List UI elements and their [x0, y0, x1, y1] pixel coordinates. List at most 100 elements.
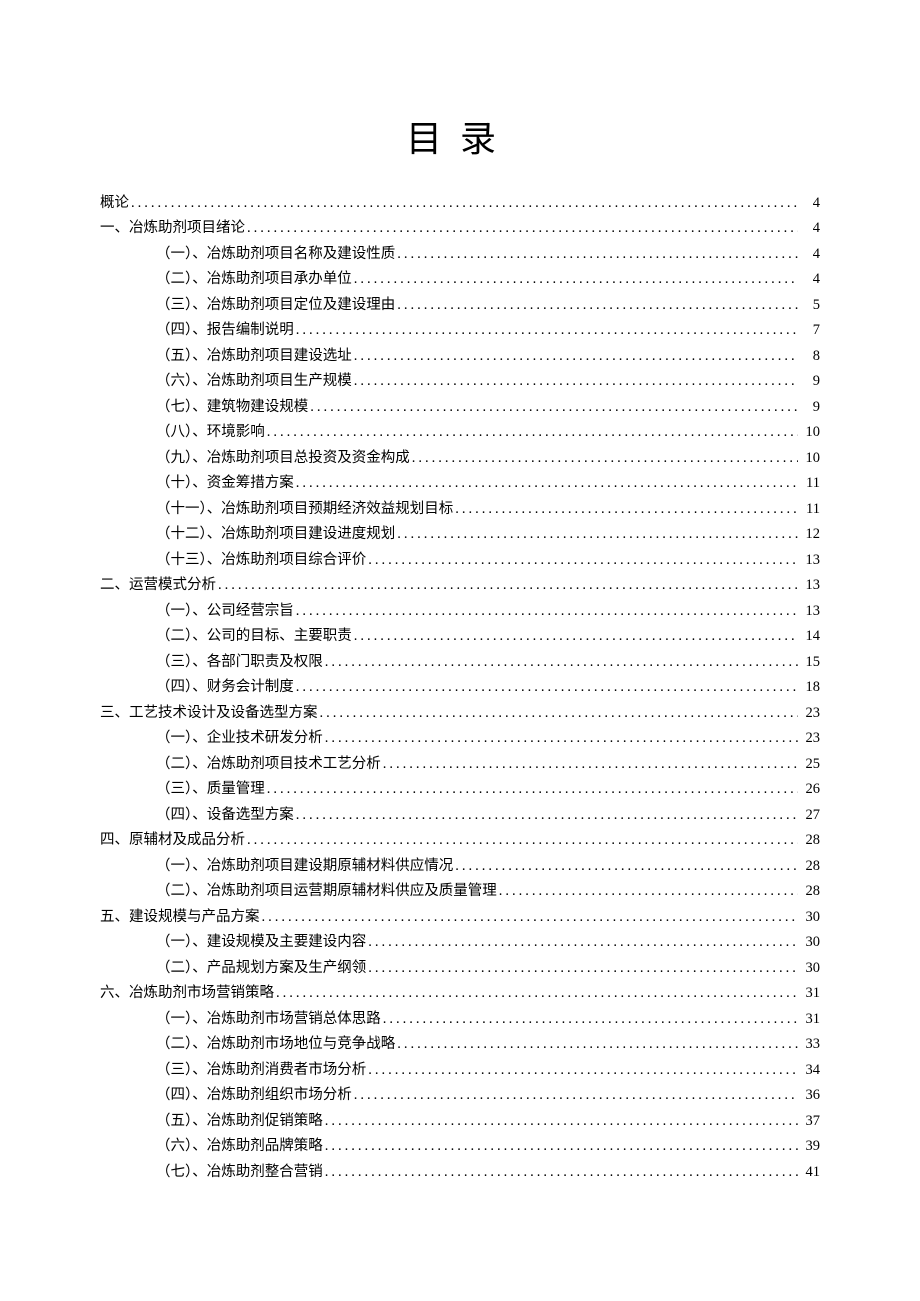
toc-entry[interactable]: （一）、冶炼助剂项目名称及建设性质 4 — [100, 241, 820, 267]
toc-entry-label: （三）、质量管理 — [156, 782, 265, 797]
toc-entry-page: 4 — [798, 247, 820, 262]
toc-entry[interactable]: （十一）、冶炼助剂项目预期经济效益规划目标11 — [100, 496, 820, 522]
toc-dot-leader — [318, 706, 799, 721]
toc-entry-page: 30 — [798, 910, 820, 925]
toc-entry-page: 33 — [798, 1037, 820, 1052]
toc-entry[interactable]: （二）、公司的目标、主要职责14 — [100, 624, 820, 650]
toc-entry[interactable]: （二）、冶炼助剂项目技术工艺分析25 — [100, 751, 820, 777]
toc-entry-label: （三）、冶炼助剂项目定位及建设理由 — [156, 298, 395, 313]
toc-entry-page: 4 — [798, 221, 820, 236]
toc-entry[interactable]: （五）、冶炼助剂促销策略37 — [100, 1108, 820, 1134]
toc-entry[interactable]: （三）、各部门职责及权限15 — [100, 649, 820, 675]
toc-dot-leader — [294, 808, 798, 823]
toc-entry-label: （一）、冶炼助剂市场营销总体思路 — [156, 1012, 381, 1027]
toc-entry-page: 18 — [798, 680, 820, 695]
toc-entry-page: 5 — [798, 298, 820, 313]
toc-entry[interactable]: （九）、冶炼助剂项目总投资及资金构成 10 — [100, 445, 820, 471]
toc-entry-label: （九）、冶炼助剂项目总投资及资金构成 — [156, 451, 410, 466]
toc-entry[interactable]: 四、原辅材及成品分析28 — [100, 828, 820, 854]
toc-entry[interactable]: （一）、冶炼助剂项目建设期原辅材料供应情况28 — [100, 853, 820, 879]
toc-entry-page: 4 — [798, 272, 820, 287]
toc-dot-leader — [366, 553, 798, 568]
toc-entry[interactable]: （一）、企业技术研发分析23 — [100, 726, 820, 752]
toc-entry-label: （一）、冶炼助剂项目名称及建设性质 — [156, 247, 395, 262]
toc-dot-leader — [366, 1063, 798, 1078]
toc-entry-page: 10 — [798, 451, 820, 466]
toc-dot-leader — [294, 604, 798, 619]
toc-entry[interactable]: （十三）、冶炼助剂项目综合评价13 — [100, 547, 820, 573]
toc-entry[interactable]: 一、冶炼助剂项目绪论 4 — [100, 216, 820, 242]
toc-entry[interactable]: （六）、冶炼助剂品牌策略39 — [100, 1134, 820, 1160]
toc-entry[interactable]: （二）、产品规划方案及生产纲领30 — [100, 955, 820, 981]
page-container: 目录 概论4一、冶炼助剂项目绪论4（一）、冶炼助剂项目名称及建设性质4（二）、冶… — [0, 0, 920, 1245]
toc-entry[interactable]: （四）、设备选型方案27 — [100, 802, 820, 828]
toc-entry-label: （七）、建筑物建设规模 — [156, 400, 308, 415]
toc-dot-leader — [308, 400, 798, 415]
toc-entry[interactable]: （三）、冶炼助剂项目定位及建设理由 5 — [100, 292, 820, 318]
toc-entry[interactable]: （八）、环境影响10 — [100, 420, 820, 446]
toc-entry[interactable]: （四）、财务会计制度 18 — [100, 675, 820, 701]
toc-entry-page: 28 — [798, 884, 820, 899]
toc-entry[interactable]: 六、冶炼助剂市场营销策略31 — [100, 981, 820, 1007]
toc-entry-label: （一）、建设规模及主要建设内容 — [156, 935, 366, 950]
toc-entry-page: 30 — [798, 961, 820, 976]
toc-dot-leader — [352, 629, 798, 644]
toc-dot-leader — [323, 655, 798, 670]
toc-entry-label: （七）、冶炼助剂整合营销 — [156, 1165, 323, 1180]
toc-entry[interactable]: （十）、资金筹措方案 11 — [100, 471, 820, 497]
toc-entry[interactable]: 二、运营模式分析13 — [100, 573, 820, 599]
toc-dot-leader — [245, 221, 798, 236]
toc-entry-label: （三）、各部门职责及权限 — [156, 655, 323, 670]
toc-entry[interactable]: （三）、质量管理 26 — [100, 777, 820, 803]
page-title: 目录 — [100, 110, 820, 162]
toc-entry-page: 14 — [798, 629, 820, 644]
toc-entry-page: 12 — [798, 527, 820, 542]
toc-entry-label: （十三）、冶炼助剂项目综合评价 — [156, 553, 366, 568]
toc-entry[interactable]: 概论4 — [100, 190, 820, 216]
toc-entry[interactable]: （一）、公司经营宗旨13 — [100, 598, 820, 624]
toc-entry-page: 37 — [798, 1114, 820, 1129]
toc-entry[interactable]: （五）、冶炼助剂项目建设选址8 — [100, 343, 820, 369]
toc-dot-leader — [395, 298, 798, 313]
toc-entry[interactable]: （二）、冶炼助剂市场地位与竞争战略33 — [100, 1032, 820, 1058]
toc-entry-label: （十）、资金筹措方案 — [156, 476, 294, 491]
toc-entry[interactable]: （二）、冶炼助剂项目承办单位4 — [100, 267, 820, 293]
toc-entry-label: （四）、财务会计制度 — [156, 680, 294, 695]
toc-entry[interactable]: （一）、建设规模及主要建设内容30 — [100, 930, 820, 956]
toc-dot-leader — [395, 527, 798, 542]
toc-entry[interactable]: （一）、冶炼助剂市场营销总体思路31 — [100, 1006, 820, 1032]
toc-dot-leader — [245, 833, 798, 848]
toc-entry-page: 11 — [798, 476, 820, 491]
toc-entry-page: 13 — [798, 604, 820, 619]
toc-entry-page: 8 — [798, 349, 820, 364]
toc-entry-label: 五、建设规模与产品方案 — [100, 910, 260, 925]
toc-dot-leader — [366, 961, 798, 976]
toc-entry-page: 36 — [798, 1088, 820, 1103]
toc-entry-page: 7 — [798, 323, 820, 338]
toc-dot-leader — [216, 578, 798, 593]
toc-entry-label: 六、冶炼助剂市场营销策略 — [100, 986, 274, 1001]
toc-dot-leader — [323, 1139, 798, 1154]
toc-entry[interactable]: （四）、冶炼助剂组织市场分析36 — [100, 1083, 820, 1109]
toc-dot-leader — [352, 349, 798, 364]
toc-entry-page: 39 — [798, 1139, 820, 1154]
toc-entry[interactable]: （三）、冶炼助剂消费者市场分析34 — [100, 1057, 820, 1083]
toc-entry-page: 9 — [798, 400, 820, 415]
toc-entry-page: 27 — [798, 808, 820, 823]
toc-dot-leader — [294, 680, 798, 695]
toc-entry[interactable]: （七）、冶炼助剂整合营销41 — [100, 1159, 820, 1185]
toc-entry[interactable]: 五、建设规模与产品方案 30 — [100, 904, 820, 930]
toc-entry[interactable]: （六）、冶炼助剂项目生产规模9 — [100, 369, 820, 395]
toc-entry[interactable]: 三、工艺技术设计及设备选型方案 23 — [100, 700, 820, 726]
toc-entry-page: 26 — [798, 782, 820, 797]
toc-dot-leader — [323, 1165, 798, 1180]
toc-entry-label: （二）、冶炼助剂项目技术工艺分析 — [156, 757, 381, 772]
toc-entry-label: （三）、冶炼助剂消费者市场分析 — [156, 1063, 366, 1078]
toc-entry-page: 23 — [798, 706, 820, 721]
toc-entry-label: 一、冶炼助剂项目绪论 — [100, 221, 245, 236]
toc-entry[interactable]: （七）、建筑物建设规模 9 — [100, 394, 820, 420]
toc-entry[interactable]: （四）、报告编制说明7 — [100, 318, 820, 344]
toc-entry[interactable]: （二）、冶炼助剂项目运营期原辅材料供应及质量管理28 — [100, 879, 820, 905]
toc-entry-label: 三、工艺技术设计及设备选型方案 — [100, 706, 318, 721]
toc-entry[interactable]: （十二）、冶炼助剂项目建设进度规划12 — [100, 522, 820, 548]
